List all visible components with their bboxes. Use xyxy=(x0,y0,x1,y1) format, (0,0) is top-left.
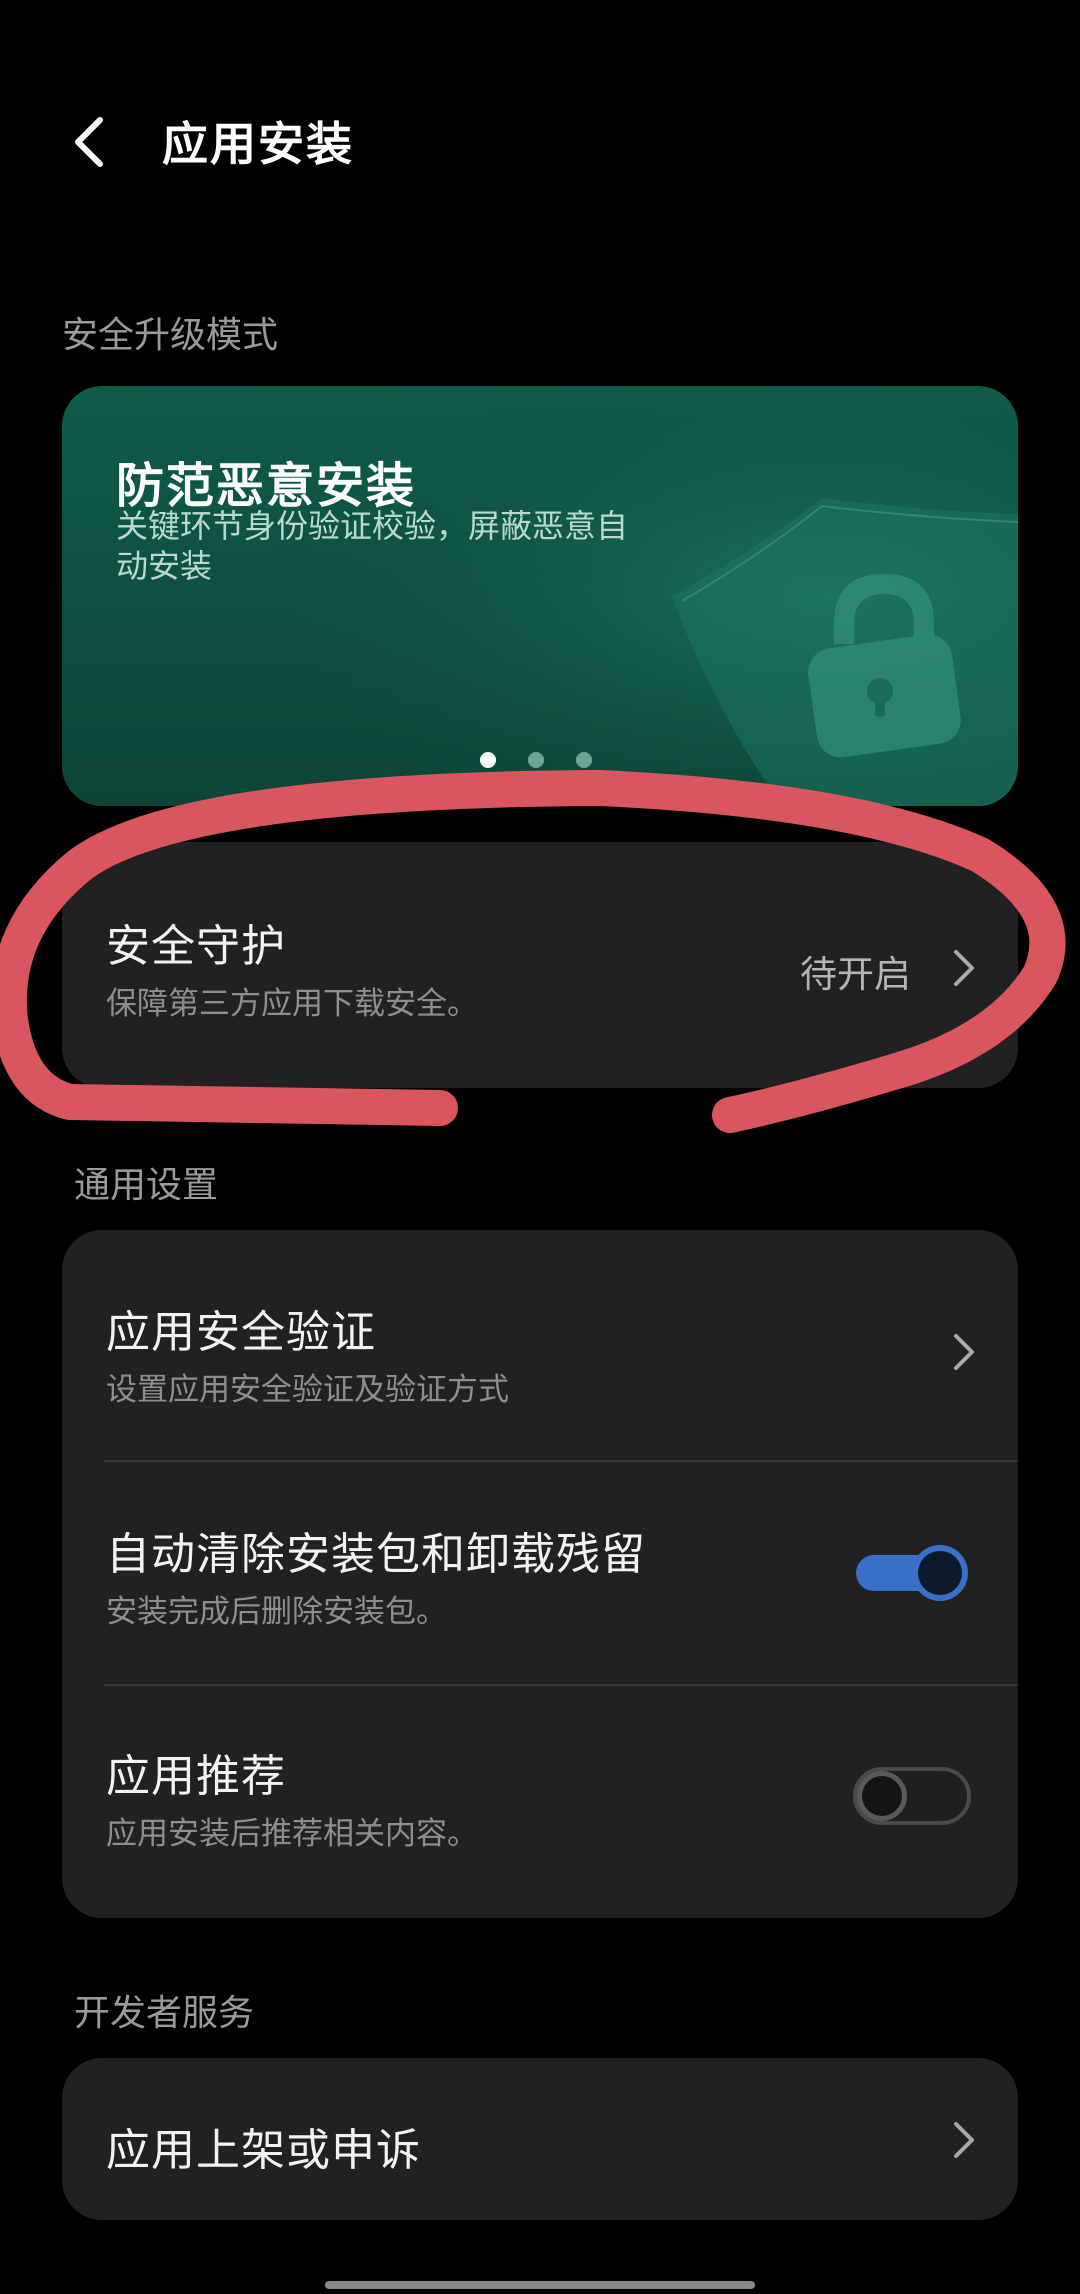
chevron-right-icon xyxy=(954,2122,974,2158)
section-label-developer: 开发者服务 xyxy=(74,1993,255,2034)
app-listing-appeal-title: 应用上架或申诉 xyxy=(106,2125,421,2176)
home-indicator[interactable] xyxy=(325,2281,755,2289)
auto-clean-toggle[interactable] xyxy=(856,1543,976,1603)
app-security-verification-title: 应用安全验证 xyxy=(106,1307,376,1358)
annotation-circle xyxy=(0,770,1066,1133)
app-recommend-toggle[interactable] xyxy=(852,1766,972,1826)
divider xyxy=(104,1684,1018,1686)
section-label-security: 安全升级模式 xyxy=(62,315,279,356)
banner-page-indicator xyxy=(480,752,592,772)
banner-description: 关键环节身份验证校验，屏蔽恶意自动安装 xyxy=(116,507,629,585)
page-title: 应用安装 xyxy=(162,117,354,171)
back-arrow-icon[interactable] xyxy=(66,112,112,172)
app-security-verification-subtitle: 设置应用安全验证及验证方式 xyxy=(106,1372,509,1408)
app-recommend-title: 应用推荐 xyxy=(106,1751,286,1802)
auto-clean-title: 自动清除安装包和卸载残留 xyxy=(106,1529,646,1580)
section-label-general: 通用设置 xyxy=(74,1165,219,1206)
auto-clean-subtitle: 安装完成后删除安装包。 xyxy=(106,1594,447,1630)
chevron-right-icon xyxy=(954,1334,974,1370)
page-dot-1 xyxy=(480,752,496,768)
page-dot-2 xyxy=(528,752,544,768)
divider xyxy=(104,1460,1018,1462)
app-recommend-subtitle: 应用安装后推荐相关内容。 xyxy=(106,1816,478,1852)
page-dot-3 xyxy=(576,752,592,768)
